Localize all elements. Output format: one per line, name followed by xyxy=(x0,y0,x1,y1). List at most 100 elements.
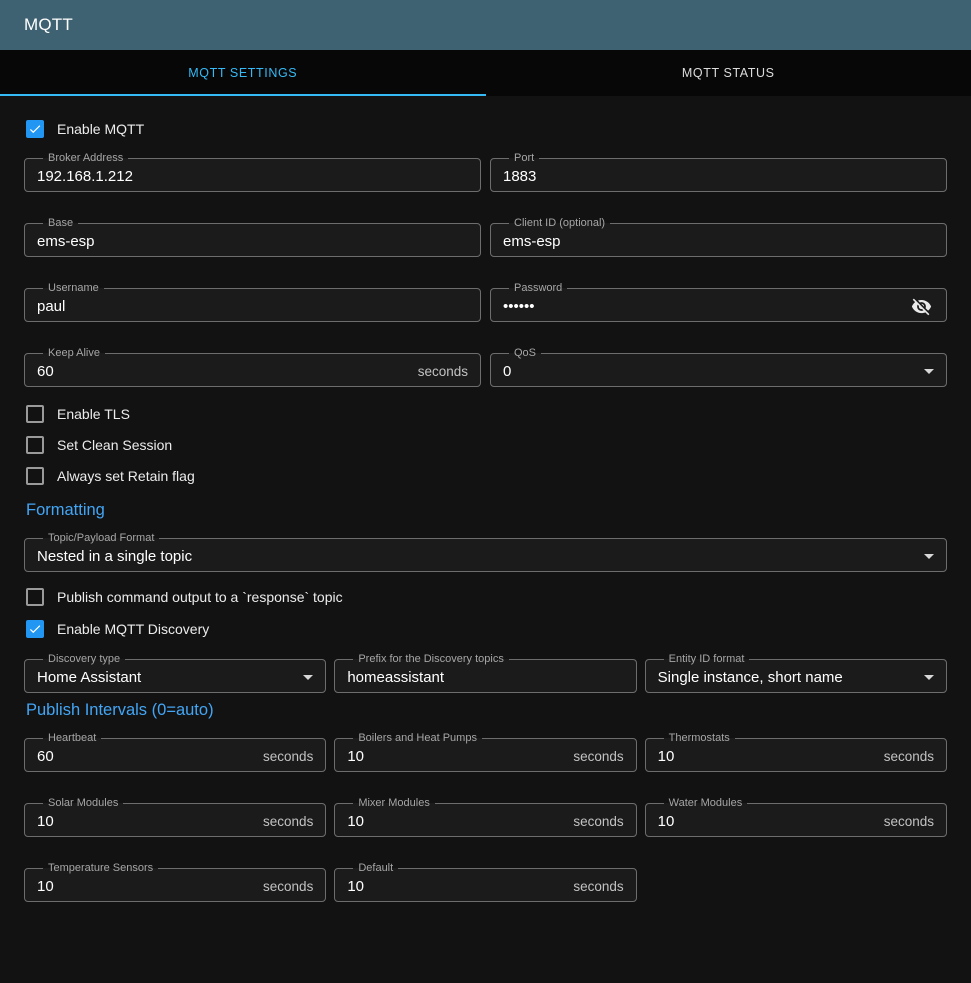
field-value: 10 xyxy=(347,748,565,765)
field-label: Thermostats xyxy=(664,732,735,744)
checkbox-unchecked-icon xyxy=(26,588,44,606)
dropdown-arrow-icon xyxy=(303,675,313,680)
field-value: Home Assistant xyxy=(37,669,295,686)
retain-flag-checkbox[interactable]: Always set Retain flag xyxy=(26,465,947,487)
discovery-type-select[interactable]: Discovery type Home Assistant xyxy=(24,653,326,693)
password-field[interactable]: Password •••••• xyxy=(490,282,947,322)
field-label: Username xyxy=(43,282,104,294)
field-value: paul xyxy=(37,298,468,315)
client-id-field[interactable]: Client ID (optional) ems-esp xyxy=(490,217,947,257)
unit-suffix: seconds xyxy=(263,749,313,764)
formatting-section-heading: Formatting xyxy=(26,501,947,520)
clean-session-checkbox[interactable]: Set Clean Session xyxy=(26,434,947,456)
checkbox-unchecked-icon xyxy=(26,467,44,485)
unit-suffix: seconds xyxy=(573,879,623,894)
field-label: Boilers and Heat Pumps xyxy=(353,732,482,744)
temperature-sensors-interval-field[interactable]: Temperature Sensors 10 seconds xyxy=(24,862,326,902)
mqtt-settings-page: MQTT MQTT SETTINGS MQTT STATUS Enable MQ… xyxy=(0,0,971,943)
field-label: Default xyxy=(353,862,398,874)
checkbox-label: Enable MQTT Discovery xyxy=(57,621,209,637)
port-field[interactable]: Port 1883 xyxy=(490,152,947,192)
field-label: Mixer Modules xyxy=(353,797,435,809)
topic-payload-format-select[interactable]: Topic/Payload Format Nested in a single … xyxy=(24,532,947,572)
check-icon xyxy=(28,621,42,637)
boilers-interval-field[interactable]: Boilers and Heat Pumps 10 seconds xyxy=(334,732,636,772)
tab-label: MQTT STATUS xyxy=(682,66,775,80)
mixer-interval-field[interactable]: Mixer Modules 10 seconds xyxy=(334,797,636,837)
thermostats-interval-field[interactable]: Thermostats 10 seconds xyxy=(645,732,947,772)
checkbox-label: Enable TLS xyxy=(57,406,130,422)
field-label: QoS xyxy=(509,347,541,359)
tab-mqtt-status[interactable]: MQTT STATUS xyxy=(486,50,971,96)
field-value: 1883 xyxy=(503,168,934,185)
field-value: •••••• xyxy=(503,298,901,315)
base-clientid-row: Base ems-esp Client ID (optional) ems-es… xyxy=(24,217,947,257)
field-value: 10 xyxy=(347,878,565,895)
default-interval-field[interactable]: Default 10 seconds xyxy=(334,862,636,902)
unit-suffix: seconds xyxy=(573,814,623,829)
enable-discovery-checkbox[interactable]: Enable MQTT Discovery xyxy=(26,618,947,640)
field-value: Nested in a single topic xyxy=(37,548,916,565)
credentials-row: Username paul Password •••••• xyxy=(24,282,947,322)
unit-suffix: seconds xyxy=(418,364,468,379)
field-label: Entity ID format xyxy=(664,653,750,665)
publish-response-checkbox[interactable]: Publish command output to a `response` t… xyxy=(26,586,947,608)
keep-alive-field[interactable]: Keep Alive 60 seconds xyxy=(24,347,481,387)
field-label: Broker Address xyxy=(43,152,128,164)
field-value: 60 xyxy=(37,748,255,765)
unit-suffix: seconds xyxy=(263,879,313,894)
intervals-row-2: Solar Modules 10 seconds Mixer Modules 1… xyxy=(24,797,947,837)
field-value: 10 xyxy=(37,813,255,830)
field-label: Temperature Sensors xyxy=(43,862,158,874)
field-label: Solar Modules xyxy=(43,797,123,809)
unit-suffix: seconds xyxy=(884,814,934,829)
field-label: Keep Alive xyxy=(43,347,105,359)
checkbox-unchecked-icon xyxy=(26,436,44,454)
solar-interval-field[interactable]: Solar Modules 10 seconds xyxy=(24,797,326,837)
keepalive-qos-row: Keep Alive 60 seconds QoS 0 xyxy=(24,347,947,387)
dropdown-arrow-icon xyxy=(924,675,934,680)
enable-mqtt-checkbox[interactable]: Enable MQTT xyxy=(26,118,947,140)
field-value: 10 xyxy=(658,813,876,830)
dropdown-arrow-icon xyxy=(924,369,934,374)
intervals-row-3: Temperature Sensors 10 seconds Default 1… xyxy=(24,862,947,902)
checkbox-checked-icon xyxy=(26,120,44,138)
checkbox-label: Set Clean Session xyxy=(57,437,172,453)
field-label: Client ID (optional) xyxy=(509,217,610,229)
broker-address-field[interactable]: Broker Address 192.168.1.212 xyxy=(24,152,481,192)
tab-label: MQTT SETTINGS xyxy=(188,66,297,80)
checkbox-label: Always set Retain flag xyxy=(57,468,195,484)
base-field[interactable]: Base ems-esp xyxy=(24,217,481,257)
username-field[interactable]: Username paul xyxy=(24,282,481,322)
field-value: ems-esp xyxy=(503,233,934,250)
field-label: Water Modules xyxy=(664,797,748,809)
field-value: 10 xyxy=(347,813,565,830)
entity-id-format-select[interactable]: Entity ID format Single instance, short … xyxy=(645,653,947,693)
heartbeat-interval-field[interactable]: Heartbeat 60 seconds xyxy=(24,732,326,772)
field-value: 0 xyxy=(503,363,916,380)
publish-intervals-section-heading: Publish Intervals (0=auto) xyxy=(26,701,947,720)
field-value: Single instance, short name xyxy=(658,669,916,686)
field-label: Heartbeat xyxy=(43,732,101,744)
toggle-password-visibility-button[interactable] xyxy=(909,294,934,319)
field-value: 192.168.1.212 xyxy=(37,168,468,185)
tab-mqtt-settings[interactable]: MQTT SETTINGS xyxy=(0,50,486,96)
field-label: Prefix for the Discovery topics xyxy=(353,653,509,665)
check-icon xyxy=(28,121,42,137)
qos-select[interactable]: QoS 0 xyxy=(490,347,947,387)
discovery-prefix-field[interactable]: Prefix for the Discovery topics homeassi… xyxy=(334,653,636,693)
empty-cell xyxy=(645,862,947,902)
discovery-row: Discovery type Home Assistant Prefix for… xyxy=(24,653,947,693)
intervals-row-1: Heartbeat 60 seconds Boilers and Heat Pu… xyxy=(24,732,947,772)
format-row: Topic/Payload Format Nested in a single … xyxy=(24,532,947,572)
field-value: 10 xyxy=(658,748,876,765)
app-header: MQTT xyxy=(0,0,971,50)
field-value: 10 xyxy=(37,878,255,895)
checkbox-checked-icon xyxy=(26,620,44,638)
enable-tls-checkbox[interactable]: Enable TLS xyxy=(26,403,947,425)
checkbox-unchecked-icon xyxy=(26,405,44,423)
water-interval-field[interactable]: Water Modules 10 seconds xyxy=(645,797,947,837)
field-label: Base xyxy=(43,217,78,229)
tab-bar: MQTT SETTINGS MQTT STATUS xyxy=(0,50,971,96)
dropdown-arrow-icon xyxy=(924,554,934,559)
